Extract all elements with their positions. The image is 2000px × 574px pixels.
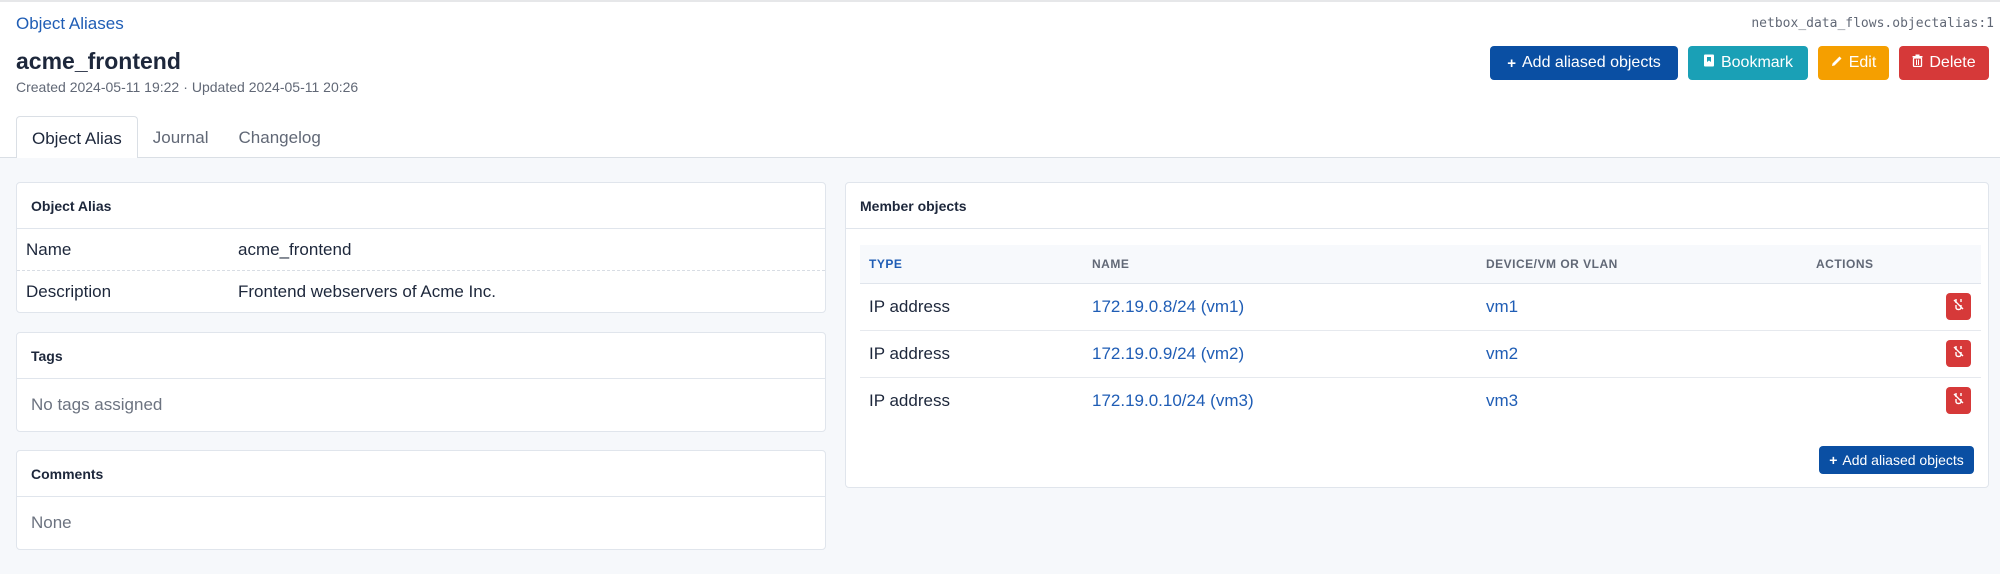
edit-label: Edit	[1848, 54, 1877, 71]
attribute-row-description: Description Frontend webservers of Acme …	[17, 271, 825, 313]
page-title: acme_frontend	[16, 48, 181, 74]
member-type: IP address	[860, 330, 1083, 378]
member-objects-card: Member objects TYPE NAME DEVICE/VM OR VL…	[845, 182, 1989, 488]
member-type: IP address	[860, 283, 1083, 331]
meta-separator: ·	[183, 79, 188, 95]
add-aliased-objects-label: Add aliased objects	[1522, 54, 1661, 71]
attribute-label: Name	[26, 239, 72, 259]
delete-button[interactable]: Delete	[1899, 46, 1989, 80]
action-buttons: + Add aliased objects Bookmark Edit Dele…	[1490, 46, 1989, 80]
table-row: IP address 172.19.0.9/24 (vm2) vm2	[860, 330, 1981, 378]
column-header-name[interactable]: NAME	[1083, 245, 1477, 284]
unlink-icon	[1953, 346, 1964, 361]
member-objects-card-title: Member objects	[846, 183, 1988, 229]
comments-empty-text: None	[31, 513, 72, 532]
main-content: Object Alias Name acme_frontend Descript…	[0, 158, 2000, 574]
column-header-parent[interactable]: DEVICE/VM OR VLAN	[1477, 245, 1807, 284]
tab-journal[interactable]: Journal	[138, 116, 224, 160]
table-row: IP address 172.19.0.8/24 (vm1) vm1	[860, 283, 1981, 331]
object-identifier: netbox_data_flows.objectalias:1	[1751, 16, 1994, 31]
object-alias-card-title: Object Alias	[17, 183, 825, 229]
attribute-row-name: Name acme_frontend	[17, 229, 825, 271]
plus-icon: +	[1507, 54, 1516, 72]
edit-button[interactable]: Edit	[1818, 46, 1889, 80]
member-name-link[interactable]: 172.19.0.10/24 (vm3)	[1092, 391, 1254, 410]
tab-changelog[interactable]: Changelog	[224, 116, 336, 160]
remove-member-button[interactable]	[1946, 387, 1971, 415]
bookmark-label: Bookmark	[1720, 54, 1794, 71]
plus-icon: +	[1829, 452, 1838, 468]
object-alias-card: Object Alias Name acme_frontend Descript…	[16, 182, 826, 313]
member-parent-link[interactable]: vm2	[1486, 344, 1518, 363]
member-name-link[interactable]: 172.19.0.9/24 (vm2)	[1092, 344, 1244, 363]
member-objects-table: TYPE NAME DEVICE/VM OR VLAN ACTIONS IP a…	[860, 245, 1981, 424]
column-header-actions: ACTIONS	[1807, 245, 1981, 284]
attribute-value: Frontend webservers of Acme Inc.	[238, 282, 496, 301]
attribute-value: acme_frontend	[238, 239, 352, 259]
tags-card-title: Tags	[17, 333, 825, 379]
unlink-icon	[1953, 299, 1964, 314]
pencil-icon	[1831, 54, 1843, 72]
member-parent-link[interactable]: vm3	[1486, 391, 1518, 410]
object-timestamps: Created 2024-05-11 19:22 · Updated 2024-05…	[16, 79, 358, 95]
updated-timestamp: Updated 2024-05-11 20:26	[191, 79, 359, 95]
column-header-type[interactable]: TYPE	[860, 245, 1083, 284]
page-header: Object Aliases netbox_data_flows.objecta…	[0, 2, 2000, 161]
remove-member-button[interactable]	[1946, 293, 1971, 320]
tab-bar: Object Alias Journal Changelog	[16, 116, 336, 161]
delete-label: Delete	[1929, 54, 1976, 71]
add-aliased-objects-footer-label: Add aliased objects	[1842, 452, 1964, 468]
member-type: IP address	[869, 390, 950, 410]
comments-card: Comments None	[16, 450, 826, 550]
member-parent-link[interactable]: vm1	[1486, 297, 1518, 316]
table-row: IP address 172.19.0.10/24 (vm3) vm3	[860, 377, 1981, 424]
breadcrumb[interactable]: Object Aliases	[16, 14, 124, 34]
member-name-link[interactable]: 172.19.0.8/24 (vm1)	[1092, 297, 1244, 316]
remove-member-button[interactable]	[1946, 340, 1971, 367]
comments-card-title: Comments	[17, 451, 825, 497]
attribute-label: Description	[26, 282, 112, 301]
created-timestamp: Created 2024-05-11 19:22	[16, 79, 180, 95]
bookmark-icon	[1703, 54, 1715, 72]
tags-card: Tags No tags assigned	[16, 332, 826, 432]
bookmark-button[interactable]: Bookmark	[1688, 46, 1808, 80]
no-tags-text: No tags assigned	[31, 395, 163, 414]
add-aliased-objects-footer-button[interactable]: + Add aliased objects	[1819, 446, 1974, 474]
trash-icon	[1912, 54, 1923, 72]
table-header-row: TYPE NAME DEVICE/VM OR VLAN ACTIONS	[860, 245, 1981, 284]
add-aliased-objects-button[interactable]: + Add aliased objects	[1490, 46, 1678, 80]
tab-object-alias[interactable]: Object Alias	[16, 116, 138, 161]
unlink-icon	[1953, 393, 1964, 408]
